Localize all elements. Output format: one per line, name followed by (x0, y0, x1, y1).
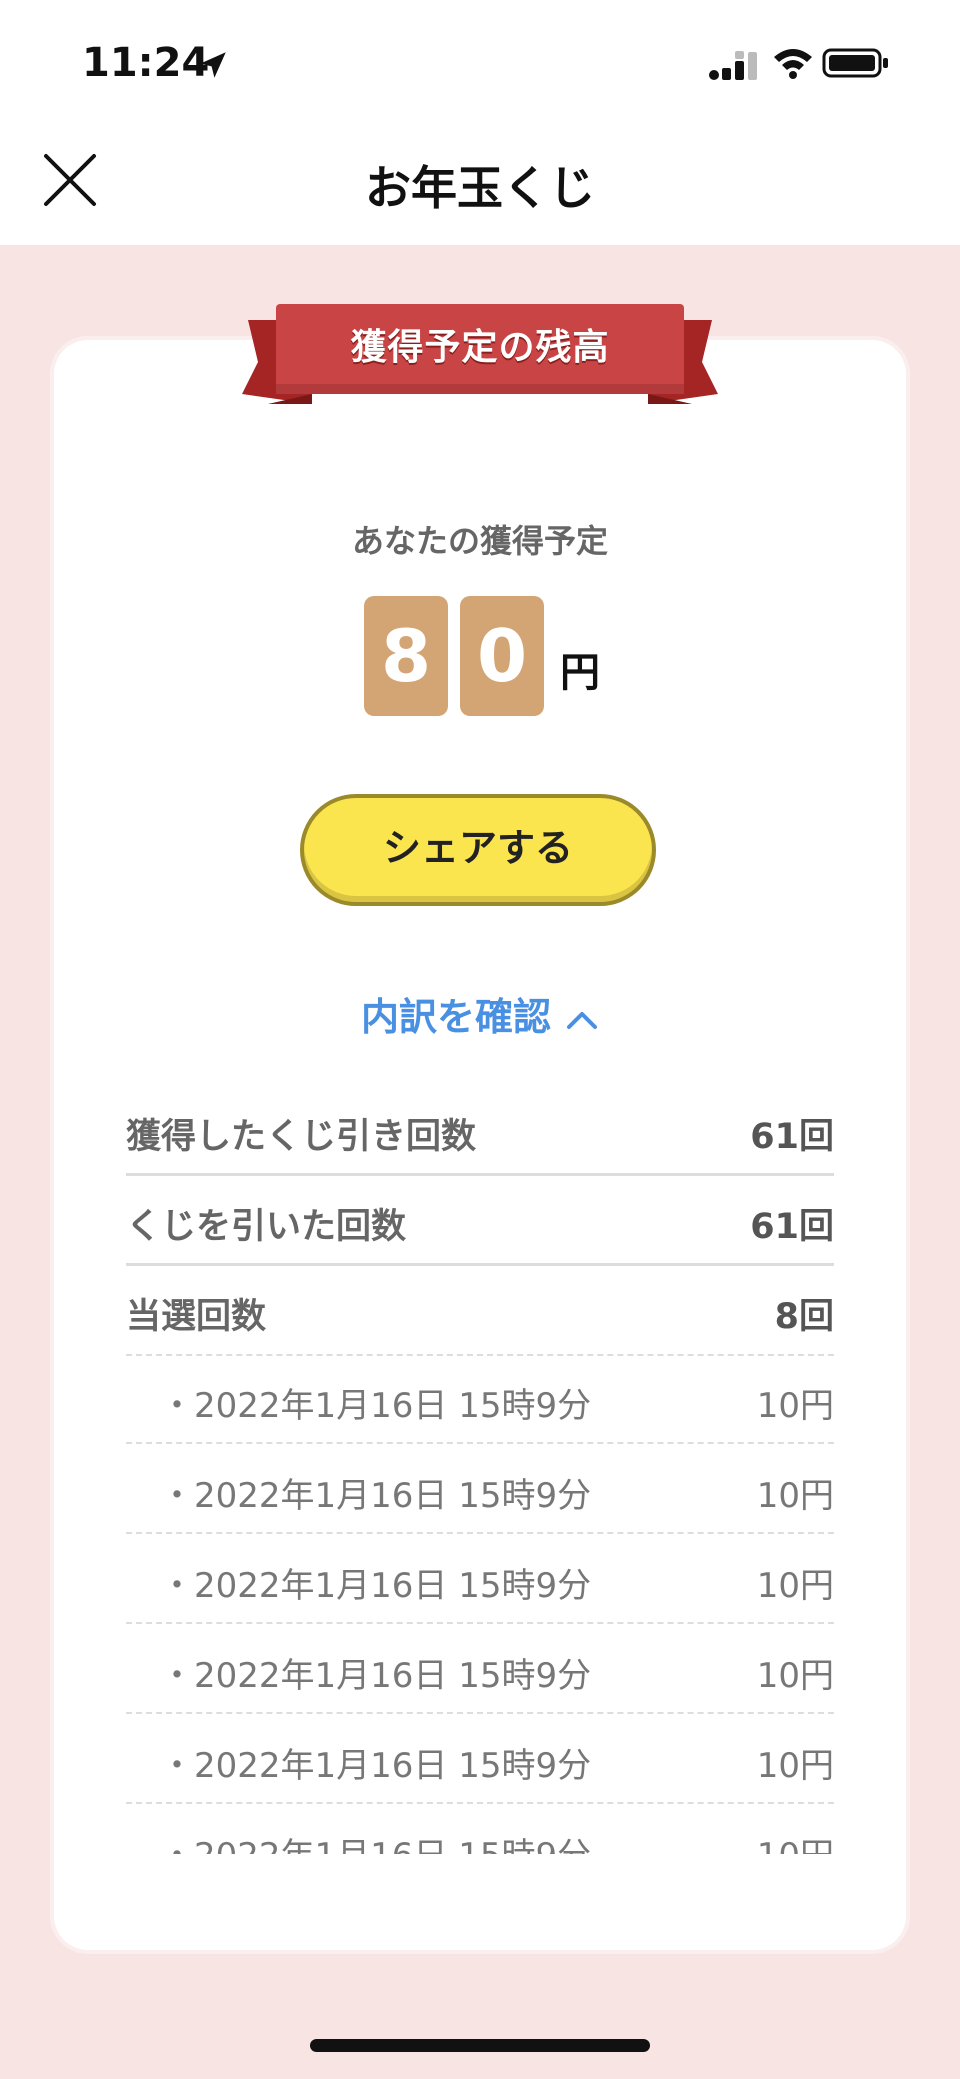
win-date: ・2022年1月16日 15時9分 (160, 1566, 592, 1606)
summary-row-lottery-earned: 獲得したくじ引き回数 61回 (126, 1086, 834, 1176)
amount-digit: 0 (460, 596, 544, 716)
status-bar: 11:24 (0, 0, 960, 125)
summary-row-wins: 当選回数 8回 (126, 1266, 834, 1356)
win-date: ・2022年1月16日 15時9分 (160, 1828, 591, 1854)
win-amount: 10円 (756, 1656, 834, 1696)
list-item: ・2022年1月16日 15時9分 10円 (126, 1624, 834, 1714)
home-indicator[interactable] (310, 2039, 650, 2052)
location-arrow-icon (200, 52, 226, 78)
summary-value: 61回 (750, 1207, 834, 1247)
list-item: ・2022年1月16日 15時9分 10円 (126, 1714, 834, 1804)
win-date: ・2022年1月16日 15時9分 (160, 1746, 592, 1786)
breakdown-toggle-label: 内訳を確認 (360, 995, 551, 1039)
win-amount: 10円 (756, 1746, 834, 1786)
page-title: お年玉くじ (365, 161, 595, 215)
summary-label: くじを引いた回数 (126, 1207, 407, 1247)
share-button[interactable]: シェアする (300, 794, 656, 906)
ribbon-label: 獲得予定の残高 (350, 327, 610, 368)
summary-label: 獲得したくじ引き回数 (126, 1117, 477, 1157)
summary-row-lottery-drawn: くじを引いた回数 61回 (126, 1176, 834, 1266)
winning-history-list[interactable]: ・2022年1月16日 15時9分 10円 ・2022年1月16日 15時9分 … (0, 1354, 960, 1854)
win-amount: 10円 (756, 1476, 834, 1516)
chevron-up-icon (567, 1011, 597, 1029)
list-item: ・2022年1月16日 15時9分 10円 (126, 1534, 834, 1624)
currency-unit: 円 (560, 650, 600, 696)
list-item: ・2022年1月16日 15時9分 10円 (126, 1444, 834, 1534)
wifi-icon (774, 49, 812, 79)
win-amount: 10円 (756, 1386, 834, 1426)
summary-value: 8回 (774, 1297, 834, 1337)
battery-icon (822, 48, 888, 78)
win-date: ・2022年1月16日 15時9分 (160, 1656, 592, 1696)
list-item: ・2022年1月16日 15時9分 10円 (126, 1354, 834, 1444)
breakdown-toggle[interactable]: 内訳を確認 (0, 986, 960, 1041)
expected-amount-label: あなたの獲得予定 (351, 522, 608, 560)
status-time: 11:24 (82, 40, 210, 86)
summary-label: 当選回数 (126, 1297, 267, 1337)
win-amount: 10円 (757, 1828, 834, 1854)
cellular-signal-icon (709, 51, 757, 80)
summary-value: 61回 (750, 1117, 834, 1157)
win-date: ・2022年1月16日 15時9分 (160, 1476, 592, 1516)
win-date: ・2022年1月16日 15時9分 (160, 1386, 592, 1426)
amount-digit: 8 (364, 596, 448, 716)
list-item: ・2022年1月16日 15時9分 10円 (126, 1804, 834, 1854)
win-amount: 10円 (756, 1566, 834, 1606)
